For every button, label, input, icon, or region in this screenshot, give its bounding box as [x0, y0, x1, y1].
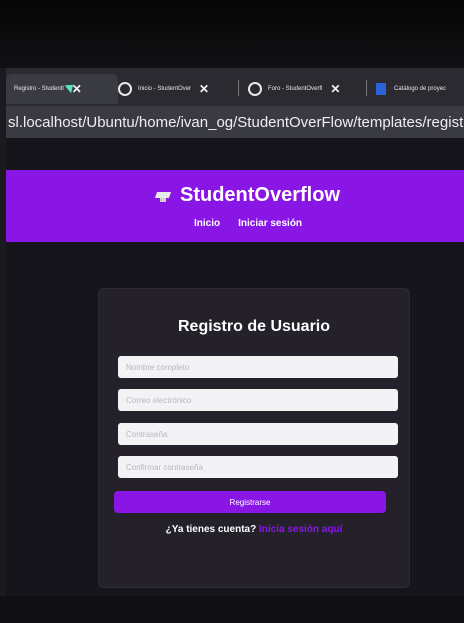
browser-window: Registro - Studentl ✕ Inicio - StudentOv…: [6, 68, 464, 596]
tab-registro[interactable]: Registro - Studentl ✕: [6, 74, 118, 104]
register-button[interactable]: Registrarse: [114, 491, 386, 513]
tab-separator: [238, 80, 239, 96]
brand-name: StudentOverflow: [180, 184, 341, 206]
tab-separator: [366, 80, 367, 96]
login-prompt-text: ¿Ya tienes cuenta?: [165, 524, 257, 535]
email-field[interactable]: [118, 389, 398, 411]
tab-label: Registro - Studentl: [14, 86, 64, 92]
password-field[interactable]: [118, 423, 398, 445]
form-title: Registro de Usuario: [177, 318, 331, 335]
address-bar[interactable]: sl.localhost/Ubuntu/home/ivan_og/Student…: [6, 106, 464, 138]
brand[interactable]: StudentOverflow: [156, 184, 340, 207]
register-card: Registro de Usuario Registrarse ¿Ya tien…: [98, 288, 410, 588]
monitor-bottom-bezel: [0, 596, 464, 623]
tab-label: Foro - StudentOverfl: [268, 86, 323, 92]
main-nav: Inicio Iniciar sesión: [194, 218, 302, 229]
tab-catalogo[interactable]: Catálogo de proyec: [376, 74, 464, 104]
app-icon: [376, 83, 386, 95]
close-icon[interactable]: ✕: [199, 82, 209, 96]
confirm-password-field[interactable]: [118, 456, 398, 478]
tab-foro[interactable]: Foro - StudentOverfl ✕: [248, 74, 360, 104]
tab-inicio[interactable]: Inicio - StudentOver ✕: [118, 74, 234, 104]
globe-icon: [118, 82, 132, 96]
url-text[interactable]: sl.localhost/Ubuntu/home/ivan_og/Student…: [8, 114, 464, 131]
login-link[interactable]: Inicia sesión aquí: [259, 524, 342, 535]
tab-label: Catálogo de proyec: [394, 86, 447, 92]
full-name-field[interactable]: [118, 356, 398, 378]
nav-inicio[interactable]: Inicio: [194, 218, 220, 229]
globe-icon: [248, 82, 262, 96]
monitor-top-bezel: [0, 0, 464, 68]
close-icon[interactable]: ✕: [330, 82, 340, 96]
graduation-cap-icon: [156, 189, 170, 203]
site-header: StudentOverflow Inicio Iniciar sesión: [6, 170, 464, 242]
login-prompt: ¿Ya tienes cuenta? Inicia sesión aquí: [98, 524, 410, 535]
tab-bar: Registro - Studentl ✕ Inicio - StudentOv…: [6, 68, 464, 106]
nav-iniciar-sesion[interactable]: Iniciar sesión: [238, 218, 302, 229]
tab-label: Inicio - StudentOver: [138, 86, 192, 92]
